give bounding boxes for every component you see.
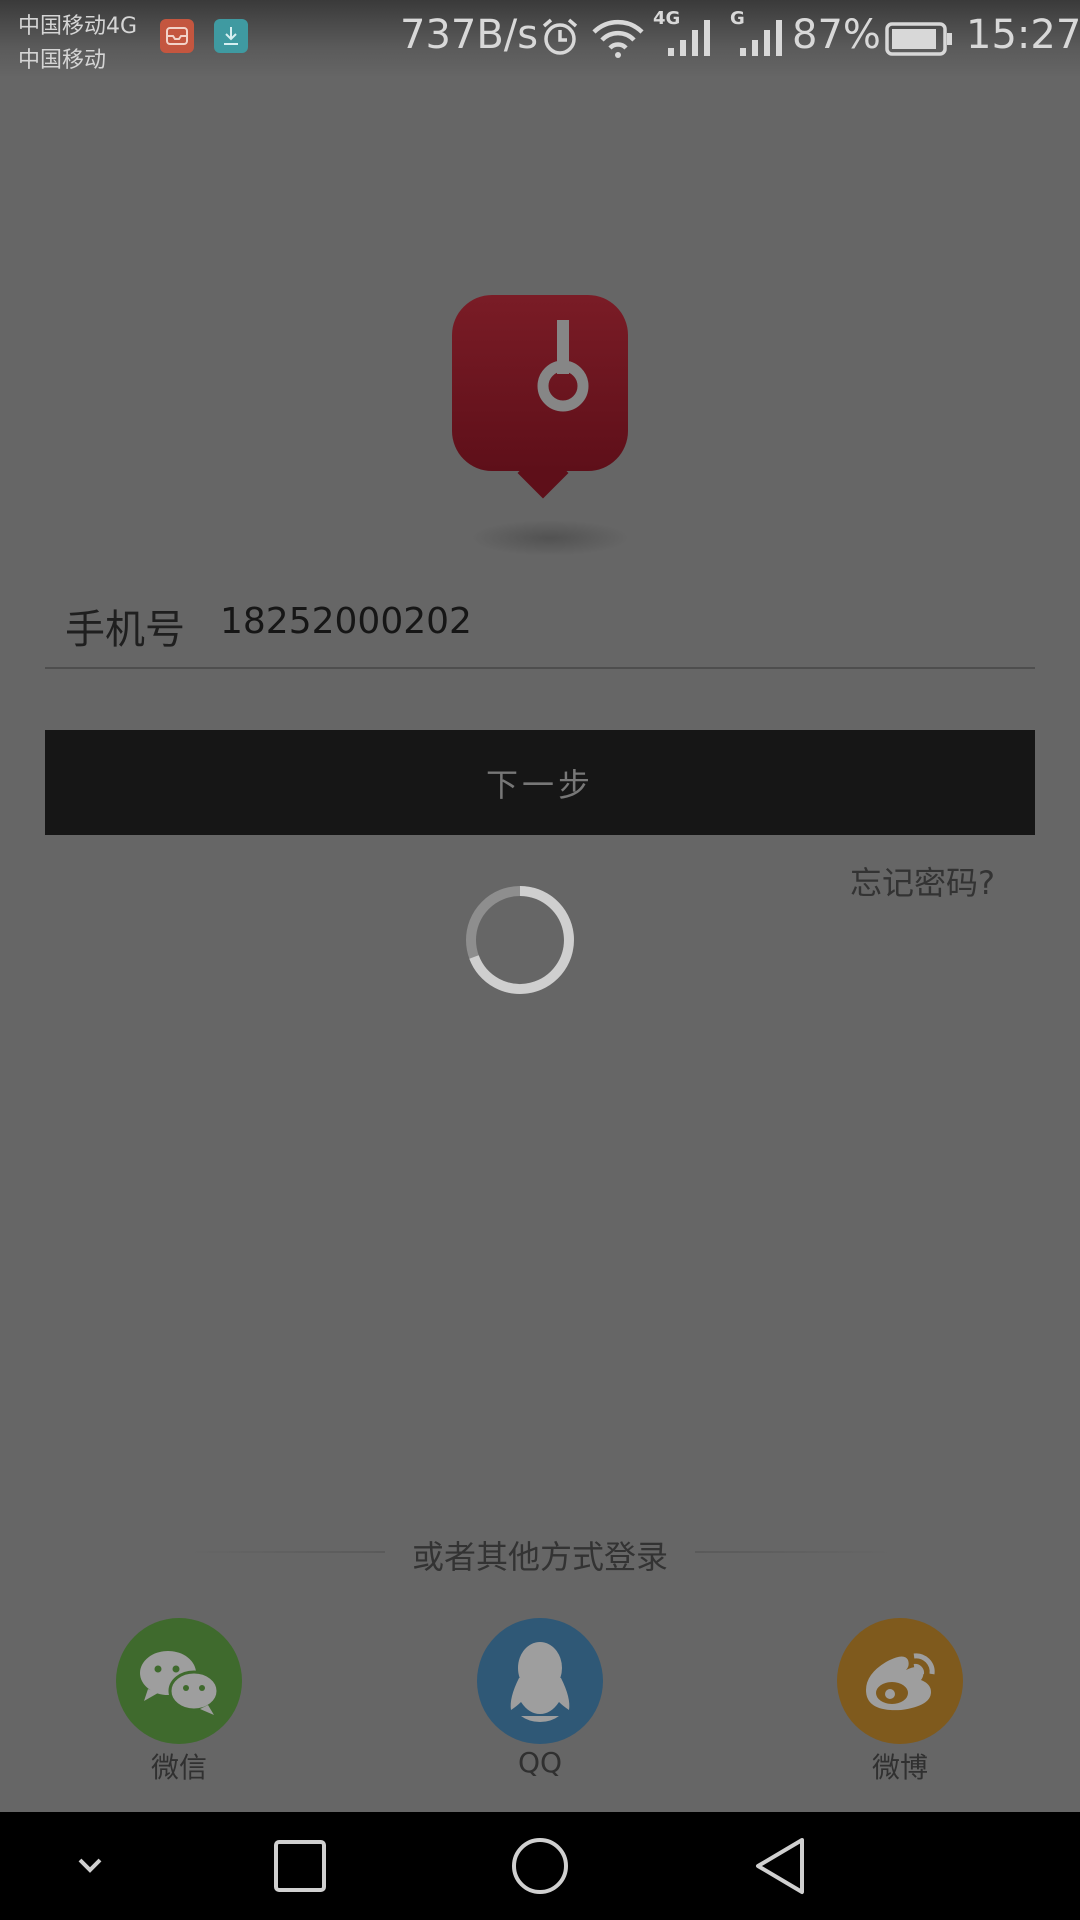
divider-line-right (695, 1551, 895, 1553)
carrier-name-primary: 中国移动4G (18, 14, 138, 39)
carrier-name-secondary: 中国移动 (18, 48, 107, 73)
mail-notification-icon (160, 19, 194, 53)
wechat-label: 微信 (150, 1751, 207, 1784)
other-login-label: 或者其他方式登录 (411, 1538, 668, 1576)
home-button[interactable] (480, 1812, 600, 1920)
collapse-button[interactable] (30, 1812, 150, 1920)
collapse-icon (78, 1858, 102, 1873)
wechat-login-button[interactable]: 微信 (116, 1618, 242, 1786)
network-speed: 737B/s (400, 12, 539, 58)
qq-login-button[interactable]: QQ (477, 1618, 603, 1779)
weibo-login-button[interactable]: 微博 (837, 1618, 963, 1786)
forgot-password-link[interactable]: 忘记密码? (850, 858, 995, 904)
back-icon (756, 1838, 804, 1894)
app-logo (452, 295, 628, 471)
home-icon (512, 1838, 568, 1894)
battery-icon (885, 22, 952, 56)
headphone-icon (537, 320, 589, 412)
loading-spinner-icon (466, 886, 574, 994)
wechat-icon[interactable] (116, 1618, 242, 1744)
recents-button[interactable] (240, 1812, 360, 1920)
logo-shadow (470, 520, 630, 556)
wifi-icon (592, 19, 644, 58)
weibo-label: 微博 (871, 1751, 928, 1784)
divider-line-left (185, 1551, 385, 1553)
download-notification-icon (214, 19, 248, 53)
navigation-bar (0, 1812, 1080, 1920)
battery-percent: 87% (792, 12, 881, 58)
phone-input-row[interactable]: 手机号 18252000202 (45, 585, 1035, 669)
phone-input-underline (45, 667, 1035, 669)
status-bar: 中国移动4G 中国移动 737B/s 4G G 87% 15:27 (0, 0, 1080, 78)
phone-label: 手机号 (65, 607, 185, 653)
weibo-icon[interactable] (837, 1618, 963, 1744)
qq-icon[interactable] (477, 1618, 603, 1744)
signal-icon-secondary (740, 20, 782, 56)
alarm-icon (542, 18, 578, 55)
back-button[interactable] (720, 1812, 840, 1920)
recents-icon (274, 1840, 326, 1892)
clock: 15:27 (966, 12, 1080, 58)
phone-input[interactable]: 18252000202 (220, 601, 472, 642)
next-step-button[interactable]: 下一步 (45, 730, 1035, 835)
signal-icon (668, 20, 710, 56)
qq-label: QQ (517, 1746, 563, 1779)
